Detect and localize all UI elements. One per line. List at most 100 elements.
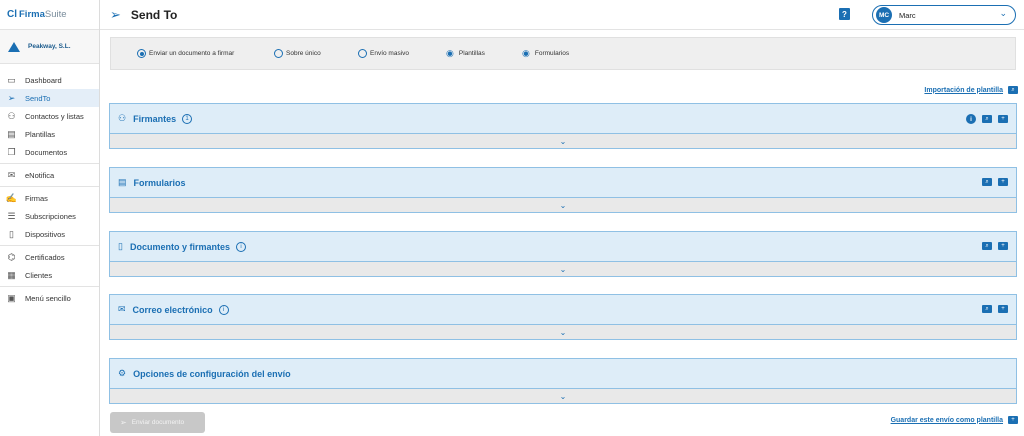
add-folder-icon[interactable]: + [998, 178, 1008, 186]
expand-toggle[interactable]: ⌄ [110, 198, 1016, 212]
search-folder-icon[interactable]: ⌕ [982, 305, 992, 313]
section-header[interactable]: ⚙ Opciones de configuración del envío [110, 359, 1016, 389]
expand-toggle[interactable]: ⌄ [110, 389, 1016, 403]
divider [0, 186, 99, 187]
section-title: Firmantes [133, 113, 177, 124]
chevron-down-icon: ⌄ [559, 136, 567, 146]
save-as-template: Guardar este envío como plantilla + [891, 416, 1018, 424]
avatar: MC [876, 7, 892, 23]
section-title: Formularios [133, 177, 186, 188]
sidebar-item-certificates[interactable]: ⌬ Certificados [0, 248, 99, 266]
section-header[interactable]: ▤ Formularios ⌕ + [110, 168, 1016, 198]
user-menu[interactable]: MC Marc ⌄ [872, 5, 1016, 25]
section-actions: ⌕ + [982, 178, 1008, 186]
logo-name-bold: Firma [19, 9, 45, 20]
radio-selected-icon [137, 49, 146, 58]
radio-bulk-send[interactable]: Envío masivo [358, 49, 446, 58]
radio-single-envelope[interactable]: Sobre único [274, 49, 358, 58]
help-button[interactable]: ? [839, 8, 850, 20]
info-icon[interactable]: i [218, 304, 229, 315]
dashboard-icon: ▭ [7, 74, 16, 85]
import-template: Importación de plantilla ⌕ [924, 86, 1018, 94]
sidebar-item-subscriptions[interactable]: ☰ Subscripciones [0, 207, 99, 225]
section-forms: ▤ Formularios ⌕ + ⌄ [109, 167, 1017, 213]
info-icon[interactable]: i [235, 241, 246, 252]
contacts-icon: ⚇ [7, 110, 16, 121]
sidebar-item-label: Documentos [25, 147, 68, 157]
add-folder-icon[interactable]: + [998, 115, 1008, 123]
section-document-signers: ▯ Documento y firmantes i ⌕ + ⌄ [109, 231, 1017, 277]
radio-single-document[interactable]: Enviar un documento a firmar [137, 49, 274, 58]
section-actions: ⌕ + [982, 305, 1008, 313]
company-selector[interactable]: Peakway, S.L. [0, 30, 99, 64]
section-title: Documento y firmantes [129, 241, 230, 252]
add-folder-icon[interactable]: + [1008, 416, 1018, 424]
section-title: Correo electrónico [132, 304, 213, 315]
envelope-icon: ✉ [118, 304, 126, 314]
sidebar: Cl Firma Suite Peakway, S.L. ▭ Dashboard ➢… [0, 0, 100, 436]
search-folder-icon[interactable]: ⌕ [1008, 86, 1018, 94]
chevron-down-icon: ⌄ [559, 391, 567, 401]
eye-icon: ◉ [446, 48, 454, 58]
sidebar-item-simple-menu[interactable]: ▣ Menú sencillo [0, 289, 99, 307]
radio-label: Enviar un documento a firmar [149, 50, 235, 57]
certificates-icon: ⌬ [7, 251, 16, 262]
send-icon: ➢ [120, 418, 127, 427]
expand-toggle[interactable]: ⌄ [110, 134, 1016, 148]
divider [0, 163, 99, 164]
forms-option[interactable]: ◉ Formularios [522, 48, 569, 59]
radio-label: Envío masivo [370, 50, 410, 57]
chevron-down-icon: ⌄ [559, 327, 567, 337]
sidebar-item-sendto[interactable]: ➢ SendTo [0, 89, 99, 107]
devices-icon: ▯ [9, 228, 14, 239]
radio-icon [274, 49, 283, 58]
sidebar-item-label: Subscripciones [25, 211, 76, 221]
documents-icon: ❐ [7, 146, 16, 157]
section-header[interactable]: ▯ Documento y firmantes i ⌕ + [110, 232, 1016, 262]
search-folder-icon[interactable]: ⌕ [982, 178, 992, 186]
expand-toggle[interactable]: ⌄ [110, 325, 1016, 339]
send-icon: ➢ [7, 92, 16, 103]
form-icon: ▤ [118, 177, 127, 187]
templates-option[interactable]: ◉ Plantillas [446, 48, 522, 59]
company-name: Peakway, S.L. [28, 43, 71, 50]
import-template-link[interactable]: Importación de plantilla [924, 87, 1003, 94]
add-folder-icon[interactable]: + [998, 305, 1008, 313]
sidebar-item-enotifica[interactable]: ✉ eNotifica [0, 166, 99, 184]
expand-toggle[interactable]: ⌄ [110, 262, 1016, 276]
document-icon: ▯ [118, 241, 123, 251]
sidebar-item-dashboard[interactable]: ▭ Dashboard [0, 71, 99, 89]
sidebar-item-contacts[interactable]: ⚇ Contactos y listas [0, 107, 99, 125]
enotifica-icon: ✉ [7, 169, 16, 180]
section-header[interactable]: ⚇ Firmantes 1 i ⌕ + [110, 104, 1016, 134]
sidebar-item-documents[interactable]: ❐ Documentos [0, 143, 99, 161]
chevron-down-icon: ⌄ [559, 264, 567, 274]
sidebar-item-firmas[interactable]: ✍ Firmas [0, 189, 99, 207]
sidebar-item-label: eNotifica [25, 170, 55, 180]
section-title: Opciones de configuración del envío [133, 368, 291, 379]
signature-icon: ✍ [5, 192, 18, 203]
sidebar-item-label: Plantillas [25, 129, 56, 139]
add-folder-icon[interactable]: + [998, 242, 1008, 250]
sidebar-item-label: Dashboard [25, 75, 62, 85]
search-folder-icon[interactable]: ⌕ [982, 115, 992, 123]
send-icon: ➢ [110, 6, 121, 22]
sidebar-item-label: SendTo [25, 93, 51, 103]
sidebar-item-devices[interactable]: ▯ Dispositivos [0, 225, 99, 243]
main-content: ➢ Send To ? MC Marc ⌄ Enviar un document… [100, 0, 1024, 436]
sidebar-item-clients[interactable]: ▦ Clientes [0, 266, 99, 284]
info-icon[interactable]: i [966, 114, 976, 124]
send-document-button[interactable]: ➢ Enviar documento [110, 412, 205, 433]
eye-icon: ◉ [522, 48, 530, 58]
clients-icon: ▦ [7, 269, 16, 280]
sidebar-item-label: Dispositivos [25, 229, 66, 239]
app-logo[interactable]: Cl Firma Suite [0, 0, 99, 30]
send-button-label: Enviar documento [131, 419, 185, 426]
radio-icon [358, 49, 367, 58]
sidebar-item-templates[interactable]: ▤ Plantillas [0, 125, 99, 143]
sidebar-item-label: Firmas [25, 193, 48, 203]
save-template-link[interactable]: Guardar este envío como plantilla [891, 417, 1003, 424]
sidebar-item-label: Certificados [25, 252, 65, 262]
section-header[interactable]: ✉ Correo electrónico i ⌕ + [110, 295, 1016, 325]
search-folder-icon[interactable]: ⌕ [982, 242, 992, 250]
